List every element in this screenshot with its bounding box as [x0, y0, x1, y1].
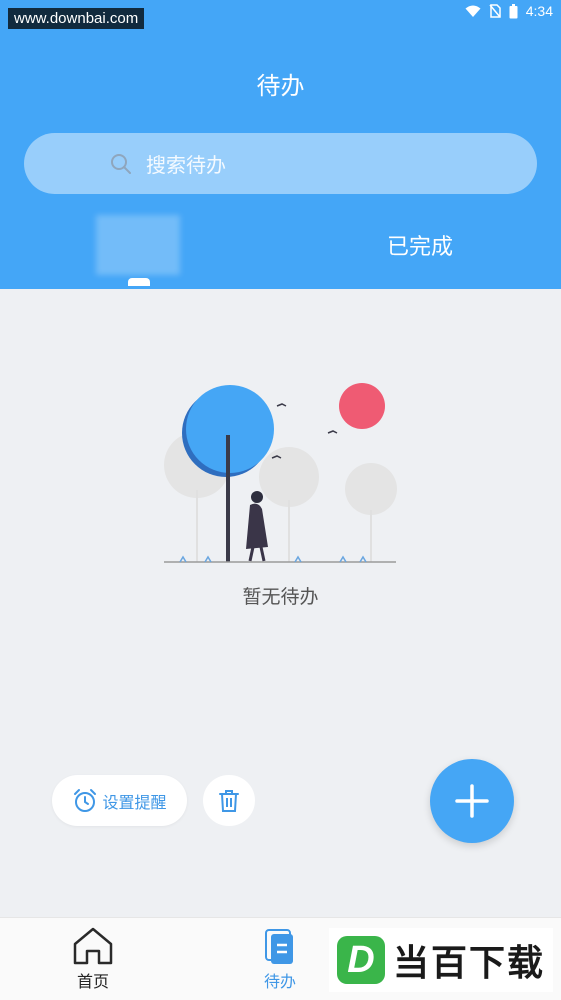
- logo-badge: D: [337, 936, 385, 984]
- tab-pending[interactable]: [96, 215, 180, 275]
- wifi-icon: [465, 5, 481, 17]
- nav-home[interactable]: 首页: [43, 926, 143, 992]
- todo-list-icon: [265, 929, 293, 964]
- search-bar[interactable]: [24, 133, 537, 194]
- nav-home-label: 首页: [76, 972, 109, 991]
- search-icon: [111, 154, 131, 174]
- empty-state-text: 暂无待办: [242, 586, 319, 608]
- nav-todo[interactable]: 待办: [230, 926, 330, 992]
- no-sim-icon: [489, 4, 501, 18]
- plus-icon: [455, 784, 489, 818]
- page-title: 待办: [256, 72, 305, 100]
- tab-pending-label: [96, 215, 180, 275]
- set-reminder-label: 设置提醒: [102, 792, 167, 812]
- tab-completed[interactable]: 已完成: [370, 215, 470, 275]
- home-icon: [73, 927, 113, 965]
- nav-todo-label: 待办: [263, 972, 296, 991]
- delete-button[interactable]: [203, 775, 255, 826]
- tab-indicator: [128, 278, 150, 286]
- watermark: www.downbai.com: [8, 8, 145, 29]
- add-todo-button[interactable]: [430, 759, 514, 843]
- logo-text: 当百下载: [393, 943, 546, 984]
- status-bar: www.downbai.com 4:34: [0, 0, 561, 29]
- tab-completed-label: 已完成: [386, 235, 453, 260]
- battery-icon: [509, 3, 518, 18]
- status-icons: 4:34: [465, 3, 553, 19]
- header: www.downbai.com 4:34 待办 已完成: [0, 0, 561, 289]
- status-time: 4:34: [525, 3, 553, 19]
- empty-illustration: [164, 383, 397, 563]
- alarm-clock-icon: [74, 788, 97, 812]
- trash-icon: [219, 789, 239, 812]
- set-reminder-button[interactable]: 设置提醒: [52, 775, 187, 826]
- site-logo: D 当百下载: [329, 928, 553, 992]
- search-input[interactable]: [144, 146, 508, 184]
